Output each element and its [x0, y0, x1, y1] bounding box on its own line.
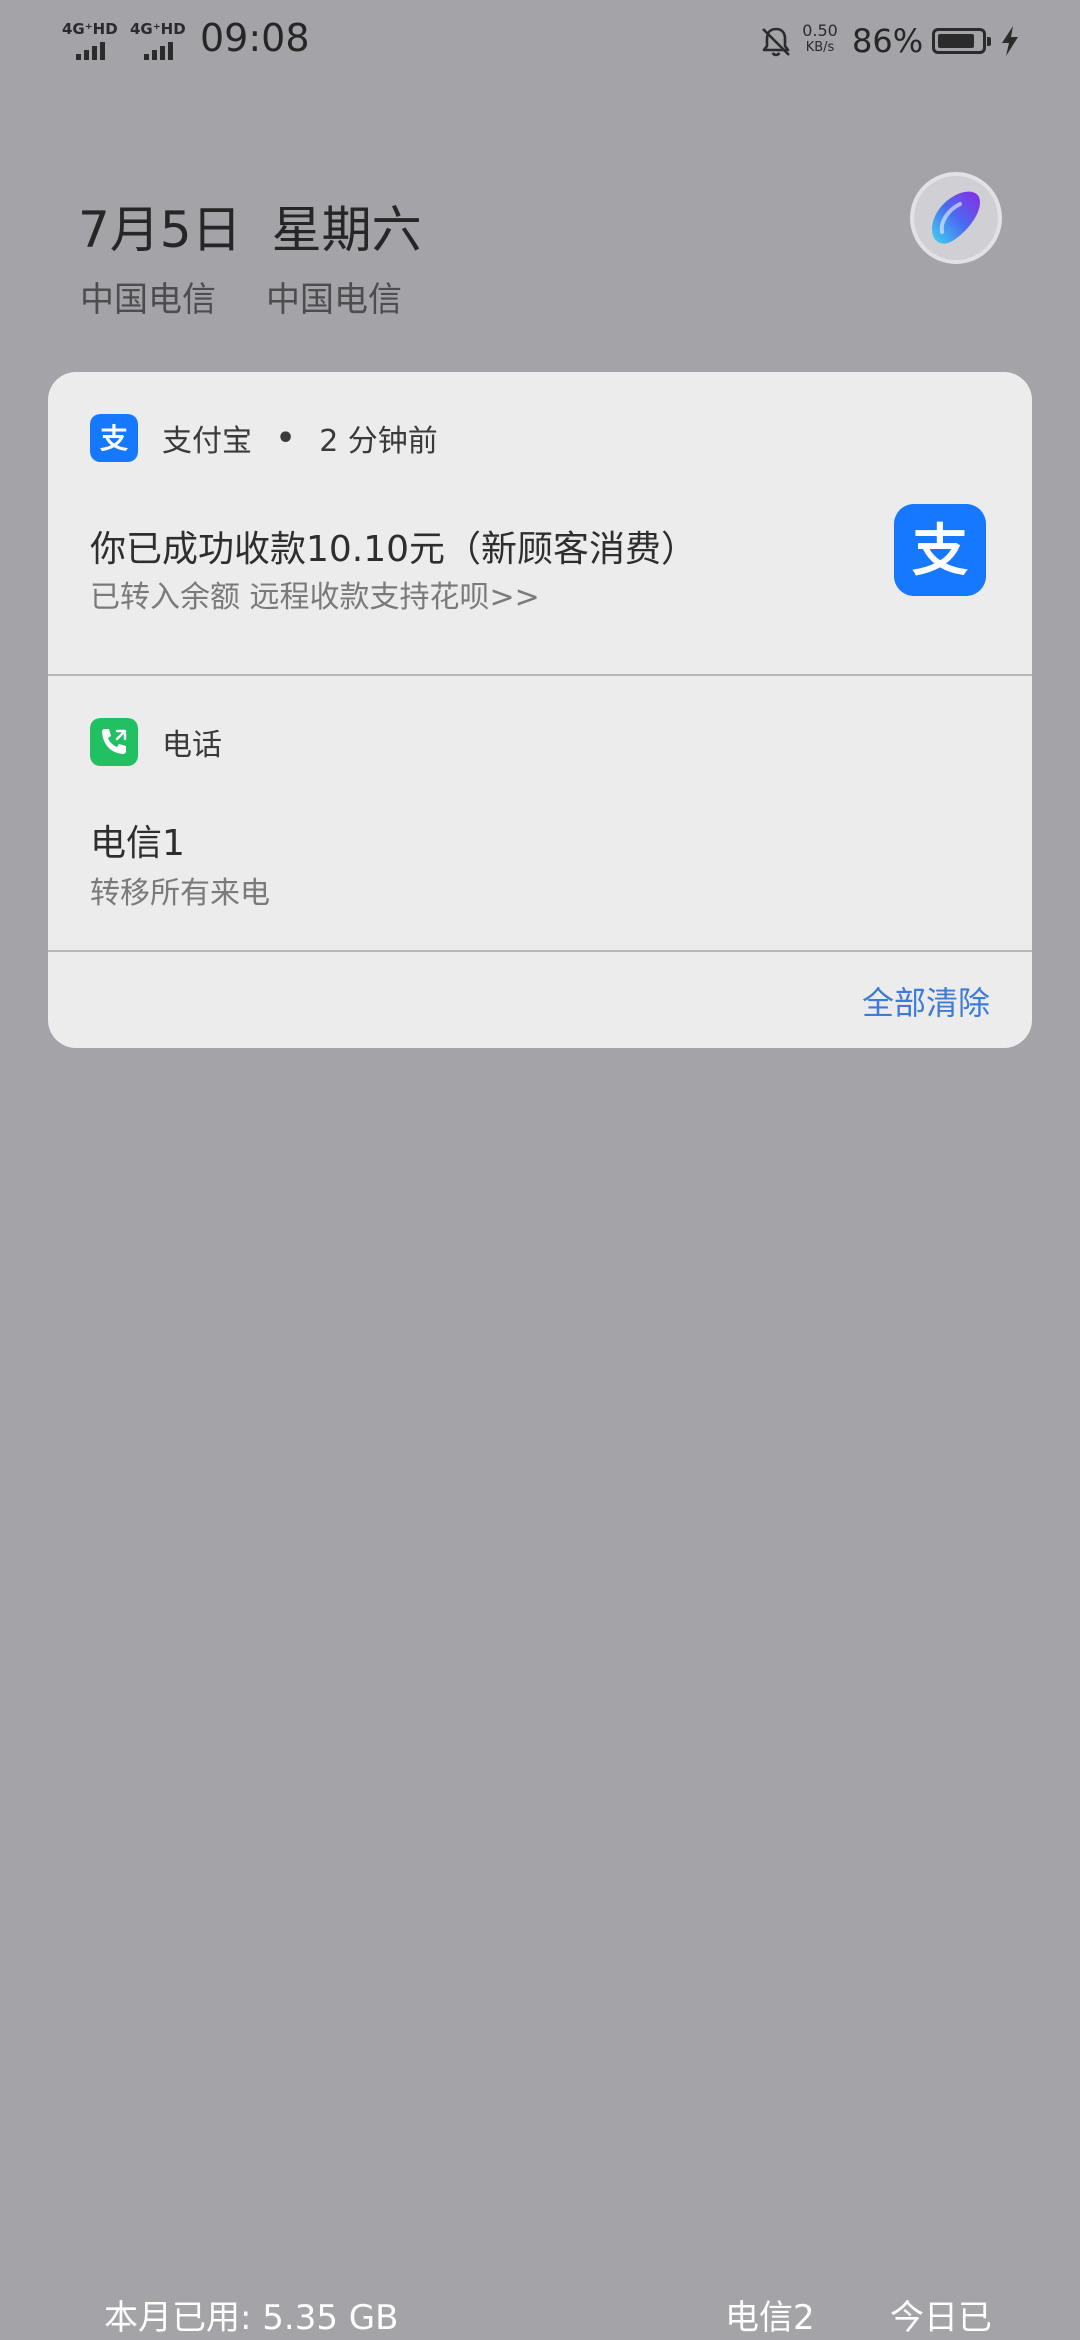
network-speed-unit: KB/s: [805, 40, 835, 55]
today-usage-label: 今日已: [890, 2298, 990, 2338]
clear-all-button[interactable]: 全部清除: [862, 978, 990, 1024]
charging-icon: [1002, 26, 1018, 56]
svg-text:支: 支: [912, 519, 968, 584]
carrier-1: 中国电信: [80, 280, 216, 320]
notification-title: 电信1: [90, 823, 185, 864]
network-speed: 0.50 KB/s: [798, 22, 842, 56]
sim1-network-type: 4G⁺HD: [62, 20, 118, 38]
notification-header: 电话: [90, 718, 222, 766]
notification-alipay[interactable]: 支 支付宝 • 2 分钟前 你已成功收款10.10元（新顾客消费） 已转入余额 …: [48, 372, 1032, 674]
notification-phone[interactable]: 电话 电信1 转移所有来电: [48, 676, 1032, 948]
svg-text:支: 支: [100, 422, 128, 455]
carrier-2: 中国电信: [266, 280, 402, 320]
notification-body: 转移所有来电: [90, 876, 270, 911]
battery-percent: 86%: [852, 22, 924, 60]
weekday-text: 星期六: [271, 201, 422, 259]
notification-card: 支 支付宝 • 2 分钟前 你已成功收款10.10元（新顾客消费） 已转入余额 …: [48, 372, 1032, 1048]
notification-app-name: 电话: [162, 728, 222, 763]
notification-app-name: 支付宝: [162, 424, 252, 459]
carrier-names: 中国电信 中国电信: [80, 272, 402, 321]
sim1-signal-icon: 4G⁺HD: [62, 20, 120, 60]
carrier-label: 电信2: [725, 2298, 815, 2338]
status-bar: 4G⁺HD 4G⁺HD 09:08 0.50 KB/s 86%: [0, 0, 1080, 84]
data-usage-text: 本月已用: 5.35 GB: [104, 2298, 399, 2338]
notification-divider: [48, 950, 1032, 952]
sim2-network-type: 4G⁺HD: [130, 20, 186, 38]
phone-icon: [90, 718, 138, 766]
battery-icon: [932, 28, 991, 54]
bell-off-icon: [762, 27, 790, 57]
notification-time: 2 分钟前: [319, 424, 438, 459]
date-line: 7月5日 星期六: [78, 190, 422, 262]
notification-title: 你已成功收款10.10元（新顾客消费）: [90, 529, 698, 570]
alipay-icon: 支: [90, 414, 138, 462]
network-speed-value: 0.50: [802, 21, 838, 40]
alipay-large-icon: 支: [894, 504, 986, 596]
assistant-orb-icon[interactable]: [910, 172, 1002, 264]
date-text: 7月5日: [78, 201, 242, 259]
sim2-signal-icon: 4G⁺HD: [130, 20, 188, 60]
status-time: 09:08: [200, 16, 310, 60]
notification-body: 已转入余额 远程收款支持花呗>>: [90, 580, 540, 615]
notification-separator: •: [276, 420, 296, 456]
notification-header: 支 支付宝 • 2 分钟前: [90, 414, 438, 462]
